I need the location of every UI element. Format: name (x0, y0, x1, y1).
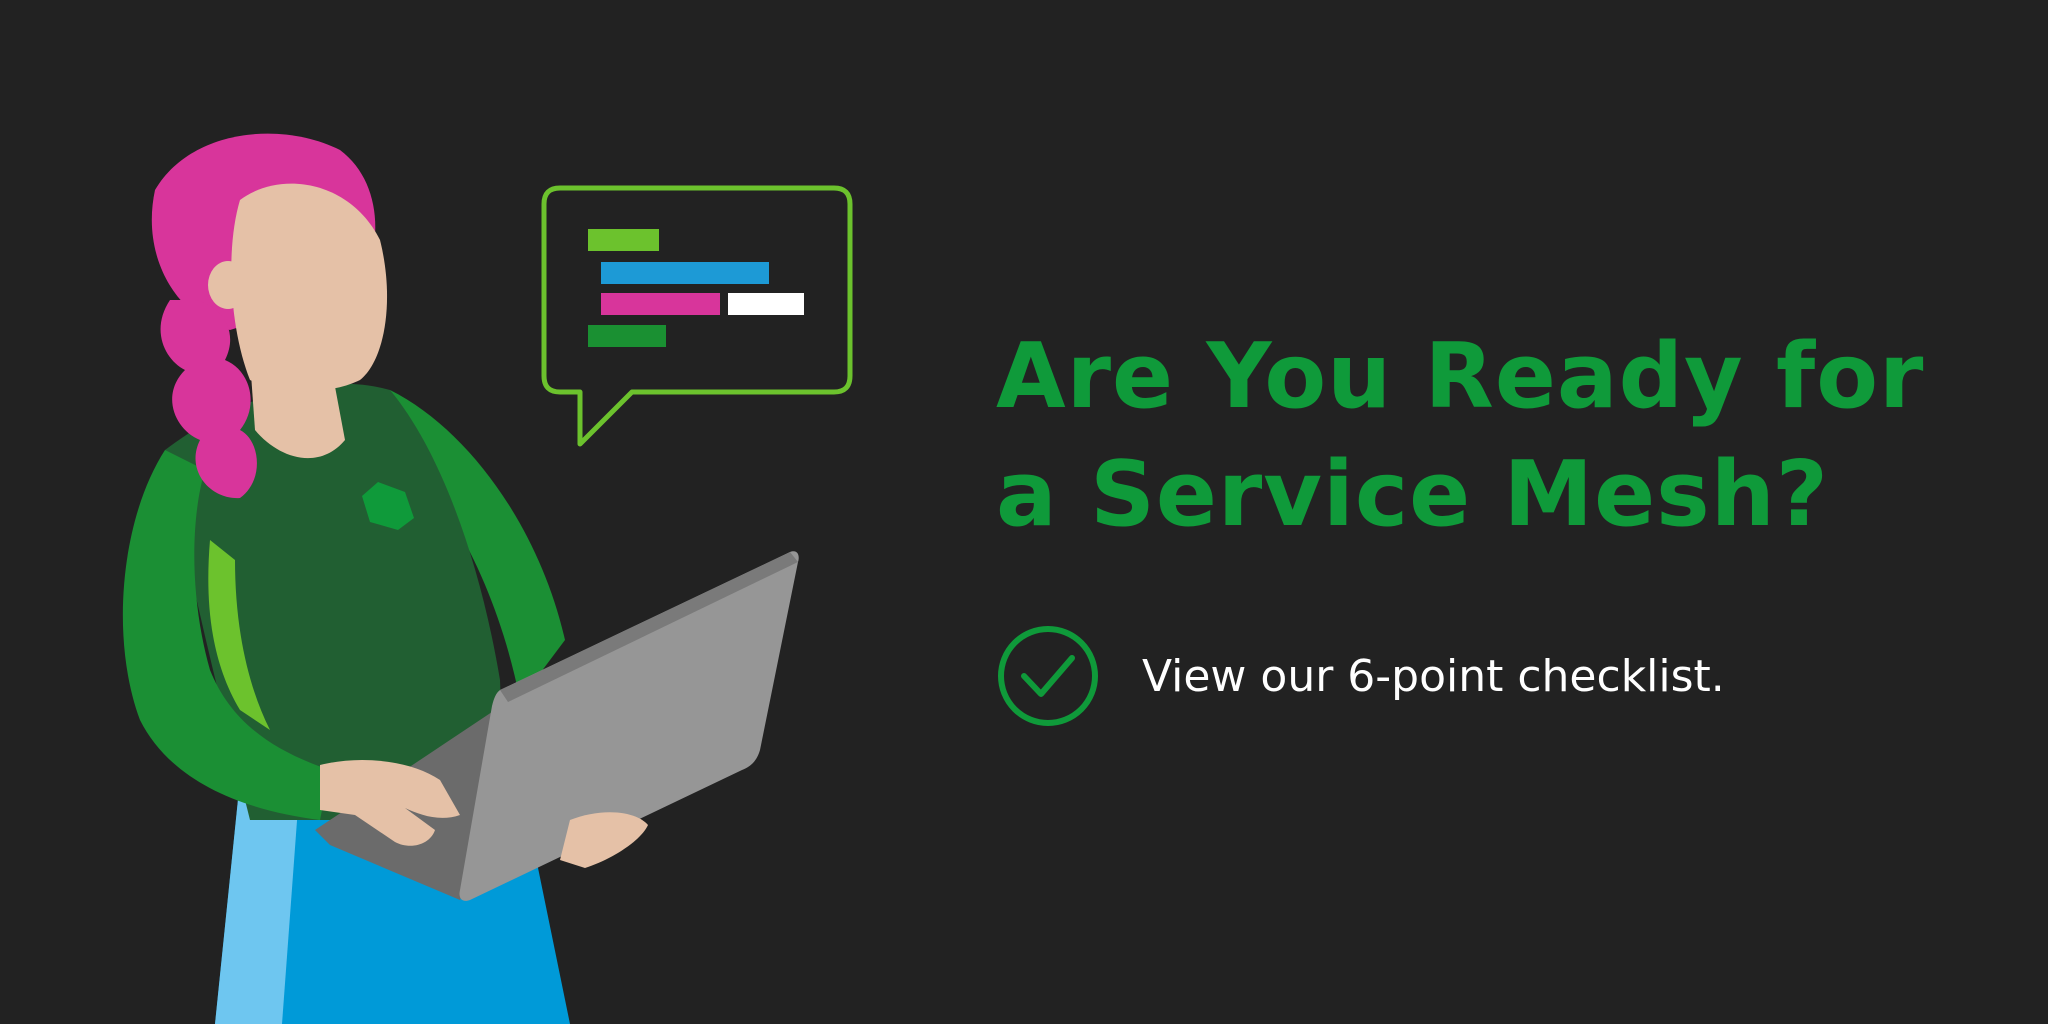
headline-line-1: Are You Ready for (996, 324, 1925, 429)
headline-block: Are You Ready for a Service Mesh? View o… (996, 318, 1996, 726)
person-with-laptop-illustration (122, 133, 853, 1024)
promo-banner: Are You Ready for a Service Mesh? View o… (0, 0, 2048, 1024)
check-circle-icon (998, 626, 1098, 726)
checklist-link-text[interactable]: View our 6-point checklist. (1142, 651, 1725, 702)
headline: Are You Ready for a Service Mesh? (996, 318, 1996, 554)
headline-line-2: a Service Mesh? (996, 442, 1829, 547)
code-chat-bubble-icon (541, 185, 853, 447)
checklist-link[interactable]: View our 6-point checklist. (996, 624, 1725, 728)
